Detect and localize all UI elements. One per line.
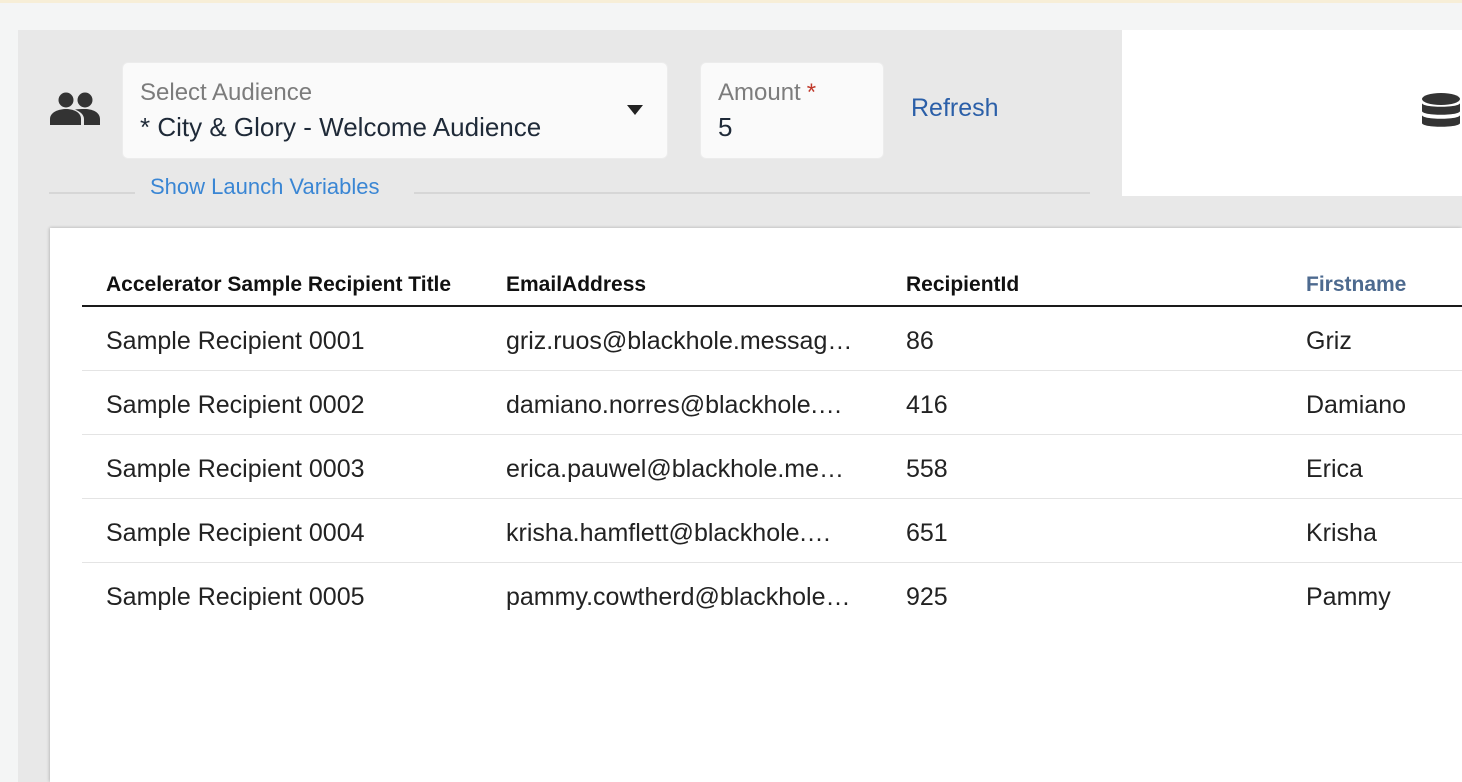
people-icon bbox=[50, 92, 100, 125]
table-row[interactable]: Sample Recipient 0005 pammy.cowtherd@bla… bbox=[82, 563, 1462, 627]
cell-email: pammy.cowtherd@blackhole… bbox=[506, 583, 851, 611]
cell-firstname: Erica bbox=[1306, 455, 1363, 483]
cell-title: Sample Recipient 0001 bbox=[106, 327, 365, 355]
cell-recipient-id: 925 bbox=[906, 583, 948, 611]
table-row[interactable]: Sample Recipient 0001 griz.ruos@blackhol… bbox=[82, 307, 1462, 371]
amount-label: Amount * bbox=[718, 79, 816, 107]
right-panel bbox=[1122, 30, 1462, 196]
cell-title: Sample Recipient 0003 bbox=[106, 455, 365, 483]
column-header-firstname[interactable]: Firstname bbox=[1306, 272, 1462, 298]
divider-left bbox=[49, 192, 135, 194]
cell-email: krisha.hamflett@blackhole.… bbox=[506, 519, 832, 547]
cell-title: Sample Recipient 0004 bbox=[106, 519, 365, 547]
database-icon[interactable] bbox=[1420, 92, 1462, 134]
divider-right bbox=[414, 192, 1090, 194]
show-launch-variables-link[interactable]: Show Launch Variables bbox=[150, 174, 380, 200]
table-row[interactable]: Sample Recipient 0003 erica.pauwel@black… bbox=[82, 435, 1462, 499]
cell-firstname: Damiano bbox=[1306, 391, 1407, 419]
audience-value: * City & Glory - Welcome Audience bbox=[140, 112, 542, 142]
amount-label-text: Amount bbox=[718, 79, 801, 106]
cell-email: damiano.norres@blackhole.… bbox=[506, 391, 843, 419]
audience-select[interactable]: Select Audience * City & Glory - Welcome… bbox=[123, 63, 667, 158]
column-header-title[interactable]: Accelerator Sample Recipient Title bbox=[106, 272, 466, 298]
cell-firstname: Pammy bbox=[1306, 583, 1391, 611]
column-header-recipient-id[interactable]: RecipientId bbox=[906, 272, 1226, 298]
cell-recipient-id: 651 bbox=[906, 519, 948, 547]
cell-firstname: Krisha bbox=[1306, 519, 1377, 547]
cell-recipient-id: 416 bbox=[906, 391, 948, 419]
caret-down-icon[interactable] bbox=[626, 103, 644, 117]
amount-field[interactable]: Amount * 5 bbox=[701, 63, 883, 158]
amount-value[interactable]: 5 bbox=[718, 112, 732, 142]
cell-email: erica.pauwel@blackhole.me… bbox=[506, 455, 845, 483]
cell-email: griz.ruos@blackhole.messag… bbox=[506, 327, 853, 355]
cell-recipient-id: 86 bbox=[906, 327, 934, 355]
required-marker: * bbox=[806, 79, 817, 106]
recipients-table: Accelerator Sample Recipient Title Email… bbox=[82, 268, 1462, 627]
cell-recipient-id: 558 bbox=[906, 455, 948, 483]
column-header-email[interactable]: EmailAddress bbox=[506, 272, 858, 298]
cell-title: Sample Recipient 0002 bbox=[106, 391, 365, 419]
cell-title: Sample Recipient 0005 bbox=[106, 583, 365, 611]
table-header: Accelerator Sample Recipient Title Email… bbox=[82, 268, 1462, 307]
cell-firstname: Griz bbox=[1306, 327, 1352, 355]
recipients-table-card: Accelerator Sample Recipient Title Email… bbox=[50, 228, 1462, 782]
refresh-button[interactable]: Refresh bbox=[911, 93, 999, 123]
audience-label: Select Audience bbox=[140, 79, 313, 106]
table-row[interactable]: Sample Recipient 0002 damiano.norres@bla… bbox=[82, 371, 1462, 435]
table-row[interactable]: Sample Recipient 0004 krisha.hamflett@bl… bbox=[82, 499, 1462, 563]
